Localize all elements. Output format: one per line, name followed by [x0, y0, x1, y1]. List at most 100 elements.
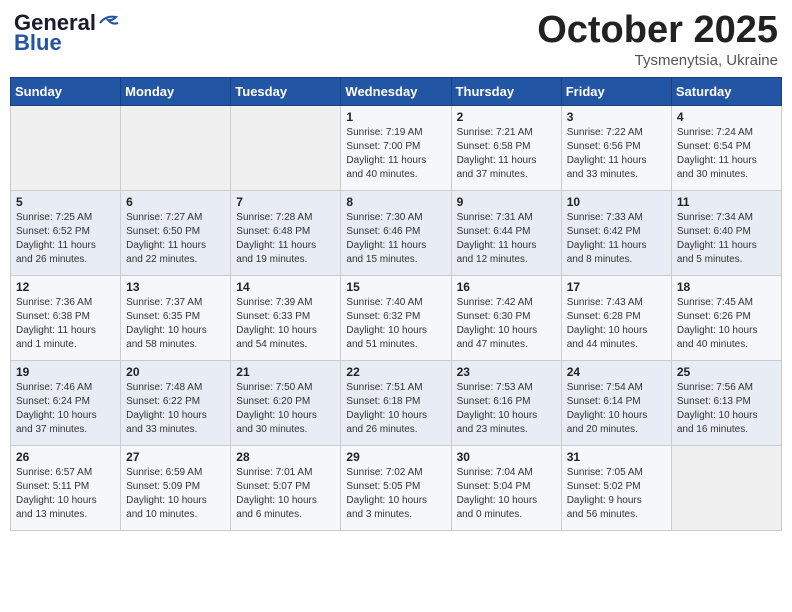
day-number: 11 — [677, 195, 776, 209]
day-number: 17 — [567, 280, 666, 294]
calendar-cell: 11 Sunrise: 7:34 AM Sunset: 6:40 PM Dayli… — [671, 190, 781, 275]
day-number: 29 — [346, 450, 445, 464]
calendar-cell: 13 Sunrise: 7:37 AM Sunset: 6:35 PM Dayli… — [121, 275, 231, 360]
calendar-cell — [671, 445, 781, 530]
day-number: 1 — [346, 110, 445, 124]
day-number: 13 — [126, 280, 225, 294]
day-number: 25 — [677, 365, 776, 379]
calendar-cell: 3 Sunrise: 7:22 AM Sunset: 6:56 PM Daylig… — [561, 105, 671, 190]
logo-bird-icon — [98, 13, 120, 29]
day-info: Sunrise: 7:21 AM Sunset: 6:58 PM Dayligh… — [457, 126, 556, 182]
day-number: 24 — [567, 365, 666, 379]
calendar-cell: 14Sunrise: 7:39 AM Sunset: 6:33 PM Dayli… — [231, 275, 341, 360]
day-info: Sunrise: 7:19 AM Sunset: 7:00 PM Dayligh… — [346, 126, 445, 182]
day-number: 21 — [236, 365, 335, 379]
day-info: Sunrise: 6:59 AM Sunset: 5:09 PM Dayligh… — [126, 466, 225, 522]
day-info: Sunrise: 7:51 AM Sunset: 6:18 PM Dayligh… — [346, 381, 445, 437]
calendar-week-2: 5 Sunrise: 7:25 AM Sunset: 6:52 PM Daylig… — [11, 190, 782, 275]
day-info: Sunrise: 7:02 AM Sunset: 5:05 PM Dayligh… — [346, 466, 445, 522]
day-info: Sunrise: 7:05 AM Sunset: 5:02 PM Dayligh… — [567, 466, 666, 522]
day-info: Sunrise: 7:27 AM Sunset: 6:50 PM Dayligh… — [126, 211, 225, 267]
weekday-header-saturday: Saturday — [671, 77, 781, 105]
calendar-cell: 9 Sunrise: 7:31 AM Sunset: 6:44 PM Daylig… — [451, 190, 561, 275]
logo: General Blue — [14, 10, 120, 56]
day-number: 18 — [677, 280, 776, 294]
calendar-cell: 24Sunrise: 7:54 AM Sunset: 6:14 PM Dayli… — [561, 360, 671, 445]
day-number: 10 — [567, 195, 666, 209]
calendar-cell: 6 Sunrise: 7:27 AM Sunset: 6:50 PM Daylig… — [121, 190, 231, 275]
day-number: 8 — [346, 195, 445, 209]
day-info: Sunrise: 7:37 AM Sunset: 6:35 PM Dayligh… — [126, 296, 225, 352]
calendar-week-1: 1 Sunrise: 7:19 AM Sunset: 7:00 PM Daylig… — [11, 105, 782, 190]
day-info: Sunrise: 7:45 AM Sunset: 6:26 PM Dayligh… — [677, 296, 776, 352]
calendar-cell: 8 Sunrise: 7:30 AM Sunset: 6:46 PM Daylig… — [341, 190, 451, 275]
day-info: Sunrise: 7:33 AM Sunset: 6:42 PM Dayligh… — [567, 211, 666, 267]
day-info: Sunrise: 7:24 AM Sunset: 6:54 PM Dayligh… — [677, 126, 776, 182]
day-info: Sunrise: 7:34 AM Sunset: 6:40 PM Dayligh… — [677, 211, 776, 267]
page-header: General Blue October 2025 Tysmenytsia, U… — [10, 10, 782, 69]
day-info: Sunrise: 7:30 AM Sunset: 6:46 PM Dayligh… — [346, 211, 445, 267]
day-number: 19 — [16, 365, 115, 379]
title-block: October 2025 Tysmenytsia, Ukraine — [537, 10, 778, 69]
weekday-header-wednesday: Wednesday — [341, 77, 451, 105]
day-info: Sunrise: 6:57 AM Sunset: 5:11 PM Dayligh… — [16, 466, 115, 522]
calendar-week-5: 26 Sunrise: 6:57 AM Sunset: 5:11 PM Dayli… — [11, 445, 782, 530]
day-info: Sunrise: 7:01 AM Sunset: 5:07 PM Dayligh… — [236, 466, 335, 522]
weekday-header-tuesday: Tuesday — [231, 77, 341, 105]
calendar-cell: 15Sunrise: 7:40 AM Sunset: 6:32 PM Dayli… — [341, 275, 451, 360]
day-number: 28 — [236, 450, 335, 464]
day-number: 12 — [16, 280, 115, 294]
calendar-cell — [231, 105, 341, 190]
calendar-cell: 29 Sunrise: 7:02 AM Sunset: 5:05 PM Dayli… — [341, 445, 451, 530]
weekday-header-friday: Friday — [561, 77, 671, 105]
day-info: Sunrise: 7:50 AM Sunset: 6:20 PM Dayligh… — [236, 381, 335, 437]
calendar-cell: 16Sunrise: 7:42 AM Sunset: 6:30 PM Dayli… — [451, 275, 561, 360]
day-number: 16 — [457, 280, 556, 294]
day-info: Sunrise: 7:48 AM Sunset: 6:22 PM Dayligh… — [126, 381, 225, 437]
day-number: 30 — [457, 450, 556, 464]
day-info: Sunrise: 7:36 AM Sunset: 6:38 PM Dayligh… — [16, 296, 115, 352]
day-number: 22 — [346, 365, 445, 379]
calendar-cell: 12 Sunrise: 7:36 AM Sunset: 6:38 PM Dayli… — [11, 275, 121, 360]
day-number: 3 — [567, 110, 666, 124]
calendar-cell: 18 Sunrise: 7:45 AM Sunset: 6:26 PM Dayli… — [671, 275, 781, 360]
day-info: Sunrise: 7:46 AM Sunset: 6:24 PM Dayligh… — [16, 381, 115, 437]
day-info: Sunrise: 7:28 AM Sunset: 6:48 PM Dayligh… — [236, 211, 335, 267]
calendar-cell: 1 Sunrise: 7:19 AM Sunset: 7:00 PM Daylig… — [341, 105, 451, 190]
day-number: 26 — [16, 450, 115, 464]
day-info: Sunrise: 7:40 AM Sunset: 6:32 PM Dayligh… — [346, 296, 445, 352]
calendar-cell: 28 Sunrise: 7:01 AM Sunset: 5:07 PM Dayli… — [231, 445, 341, 530]
calendar-cell: 25 Sunrise: 7:56 AM Sunset: 6:13 PM Dayli… — [671, 360, 781, 445]
calendar-week-3: 12 Sunrise: 7:36 AM Sunset: 6:38 PM Dayli… — [11, 275, 782, 360]
day-number: 4 — [677, 110, 776, 124]
day-number: 6 — [126, 195, 225, 209]
calendar-cell: 2 Sunrise: 7:21 AM Sunset: 6:58 PM Daylig… — [451, 105, 561, 190]
calendar-cell: 26 Sunrise: 6:57 AM Sunset: 5:11 PM Dayli… — [11, 445, 121, 530]
day-info: Sunrise: 7:25 AM Sunset: 6:52 PM Dayligh… — [16, 211, 115, 267]
calendar-cell: 27 Sunrise: 6:59 AM Sunset: 5:09 PM Dayli… — [121, 445, 231, 530]
day-info: Sunrise: 7:53 AM Sunset: 6:16 PM Dayligh… — [457, 381, 556, 437]
location: Tysmenytsia, Ukraine — [537, 52, 778, 69]
calendar-cell — [11, 105, 121, 190]
calendar-cell: 20 Sunrise: 7:48 AM Sunset: 6:22 PM Dayli… — [121, 360, 231, 445]
calendar-cell: 4 Sunrise: 7:24 AM Sunset: 6:54 PM Daylig… — [671, 105, 781, 190]
day-number: 31 — [567, 450, 666, 464]
day-number: 23 — [457, 365, 556, 379]
calendar-cell: 19 Sunrise: 7:46 AM Sunset: 6:24 PM Dayli… — [11, 360, 121, 445]
day-info: Sunrise: 7:04 AM Sunset: 5:04 PM Dayligh… — [457, 466, 556, 522]
day-number: 27 — [126, 450, 225, 464]
day-number: 9 — [457, 195, 556, 209]
day-number: 2 — [457, 110, 556, 124]
calendar-cell: 31 Sunrise: 7:05 AM Sunset: 5:02 PM Dayli… — [561, 445, 671, 530]
calendar-cell: 5 Sunrise: 7:25 AM Sunset: 6:52 PM Daylig… — [11, 190, 121, 275]
calendar-cell: 21 Sunrise: 7:50 AM Sunset: 6:20 PM Dayli… — [231, 360, 341, 445]
calendar-cell: 10 Sunrise: 7:33 AM Sunset: 6:42 PM Dayli… — [561, 190, 671, 275]
day-info: Sunrise: 7:22 AM Sunset: 6:56 PM Dayligh… — [567, 126, 666, 182]
day-info: Sunrise: 7:56 AM Sunset: 6:13 PM Dayligh… — [677, 381, 776, 437]
calendar-week-4: 19 Sunrise: 7:46 AM Sunset: 6:24 PM Dayli… — [11, 360, 782, 445]
day-number: 5 — [16, 195, 115, 209]
calendar-cell: 23 Sunrise: 7:53 AM Sunset: 6:16 PM Dayli… — [451, 360, 561, 445]
month-title: October 2025 — [537, 10, 778, 52]
day-number: 20 — [126, 365, 225, 379]
day-info: Sunrise: 7:31 AM Sunset: 6:44 PM Dayligh… — [457, 211, 556, 267]
